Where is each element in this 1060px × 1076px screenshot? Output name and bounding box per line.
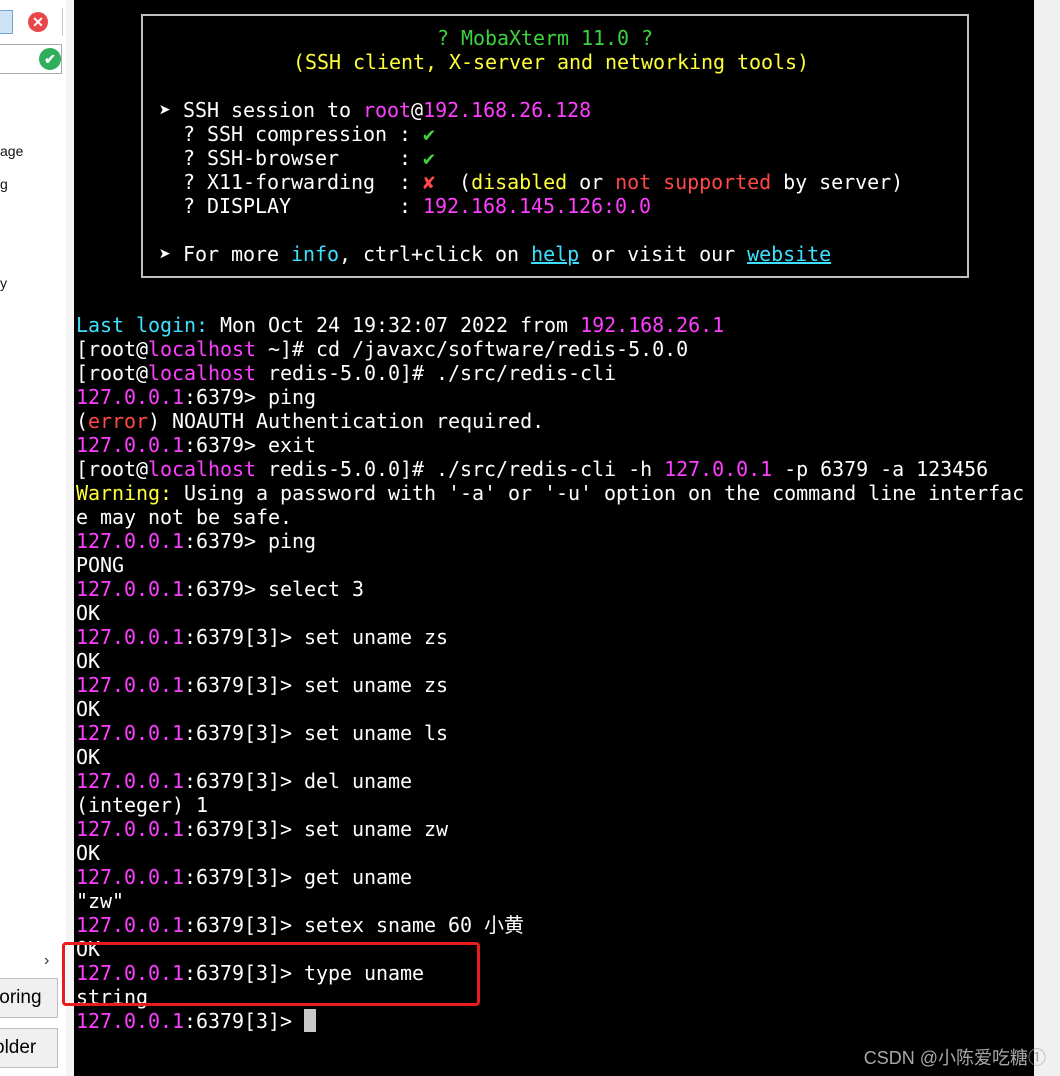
- text-cursor: [304, 1009, 317, 1032]
- terminal-line: OK: [76, 697, 101, 721]
- document-icon[interactable]: [0, 10, 13, 34]
- terminal-line: OK: [76, 841, 101, 865]
- terminal-line: (error) NOAUTH Authentication required.: [76, 409, 545, 433]
- terminal-line: OK: [76, 745, 101, 769]
- terminal-line: 127.0.0.1:6379> select 3: [76, 577, 365, 601]
- terminal-line: [root@localhost ~]# cd /javaxc/software/…: [76, 337, 689, 361]
- cross-icon: ✘: [423, 170, 436, 194]
- terminal-line: 127.0.0.1:6379[3]> del uname: [76, 769, 413, 793]
- tab-monitoring[interactable]: toring: [0, 978, 58, 1018]
- banner-display-line: ? DISPLAY : 192.168.145.126:0.0: [159, 194, 652, 218]
- session-sidebar: ✕ ✔ age g y › toring older: [0, 0, 66, 1076]
- terminal-area[interactable]: ? MobaXterm 11.0 ? (SSH client, X-server…: [74, 0, 1034, 1076]
- terminal-line: "zw": [76, 889, 125, 913]
- tab-label: older: [0, 1037, 37, 1058]
- close-icon[interactable]: ✕: [28, 12, 48, 32]
- terminal-line: Warning: Using a password with '-a' or '…: [76, 481, 1025, 505]
- terminal-line: PONG: [76, 553, 125, 577]
- terminal-scrollbar[interactable]: [1034, 0, 1060, 1076]
- terminal-line: 127.0.0.1:6379[3]> setex sname 60 小黄: [76, 913, 524, 937]
- watermark: CSDN @小陈爱吃糖①: [863, 1048, 1046, 1068]
- toolbar-separator: [62, 8, 63, 36]
- terminal-line: 127.0.0.1:6379[3]> set uname ls: [76, 721, 449, 745]
- terminal-line: 127.0.0.1:6379> ping: [76, 529, 317, 553]
- terminal-line: 127.0.0.1:6379[3]> type uname: [76, 961, 425, 985]
- sidebar-item[interactable]: g: [0, 176, 8, 192]
- terminal-line: OK: [76, 601, 101, 625]
- terminal-line: 127.0.0.1:6379[3]> get uname: [76, 865, 413, 889]
- terminal-line: 127.0.0.1:6379[3]> set uname zw: [76, 817, 449, 841]
- tab-label: toring: [0, 987, 42, 1008]
- check-circle-icon[interactable]: ✔: [39, 48, 61, 70]
- banner-browser-line: ? SSH-browser : ✔: [159, 146, 436, 170]
- banner-compression-line: ? SSH compression : ✔: [159, 122, 436, 146]
- terminal-line: OK: [76, 937, 101, 961]
- help-link[interactable]: help: [531, 242, 579, 266]
- terminal-line: e may not be safe.: [76, 505, 293, 529]
- terminal-prompt-line[interactable]: 127.0.0.1:6379[3]>: [76, 1009, 317, 1033]
- banner-subtitle: (SSH client, X-server and networking too…: [293, 50, 810, 74]
- welcome-banner: ? MobaXterm 11.0 ? (SSH client, X-server…: [141, 14, 969, 278]
- terminal-line: [root@localhost redis-5.0.0]# ./src/redi…: [76, 361, 617, 385]
- terminal-line: 127.0.0.1:6379[3]> set uname zs: [76, 673, 449, 697]
- terminal-line: Last login: Mon Oct 24 19:32:07 2022 fro…: [76, 313, 725, 337]
- sidebar-item[interactable]: y: [0, 275, 7, 291]
- terminal-line: 127.0.0.1:6379> ping: [76, 385, 317, 409]
- chevron-right-icon[interactable]: ›: [44, 952, 49, 970]
- check-icon: ✔: [423, 146, 436, 170]
- terminal-line: OK: [76, 649, 101, 673]
- banner-info-line: ➤ For more info, ctrl+click on help or v…: [159, 242, 832, 266]
- website-link[interactable]: website: [747, 242, 831, 266]
- terminal-line: 127.0.0.1:6379[3]> set uname zs: [76, 625, 449, 649]
- terminal-line: (integer) 1: [76, 793, 209, 817]
- terminal-line: 127.0.0.1:6379> exit: [76, 433, 317, 457]
- check-icon: ✔: [423, 122, 436, 146]
- banner-x11-line: ? X11-forwarding : ✘ (disabled or not su…: [159, 170, 904, 194]
- tab-folder[interactable]: older: [0, 1028, 58, 1068]
- terminal-line: string: [76, 985, 149, 1009]
- banner-title: ? MobaXterm 11.0 ?: [437, 26, 654, 50]
- sidebar-item[interactable]: age: [0, 143, 23, 159]
- terminal-line: [root@localhost redis-5.0.0]# ./src/redi…: [76, 457, 989, 481]
- banner-session-line: ➤ SSH session to root@192.168.26.128: [159, 98, 592, 122]
